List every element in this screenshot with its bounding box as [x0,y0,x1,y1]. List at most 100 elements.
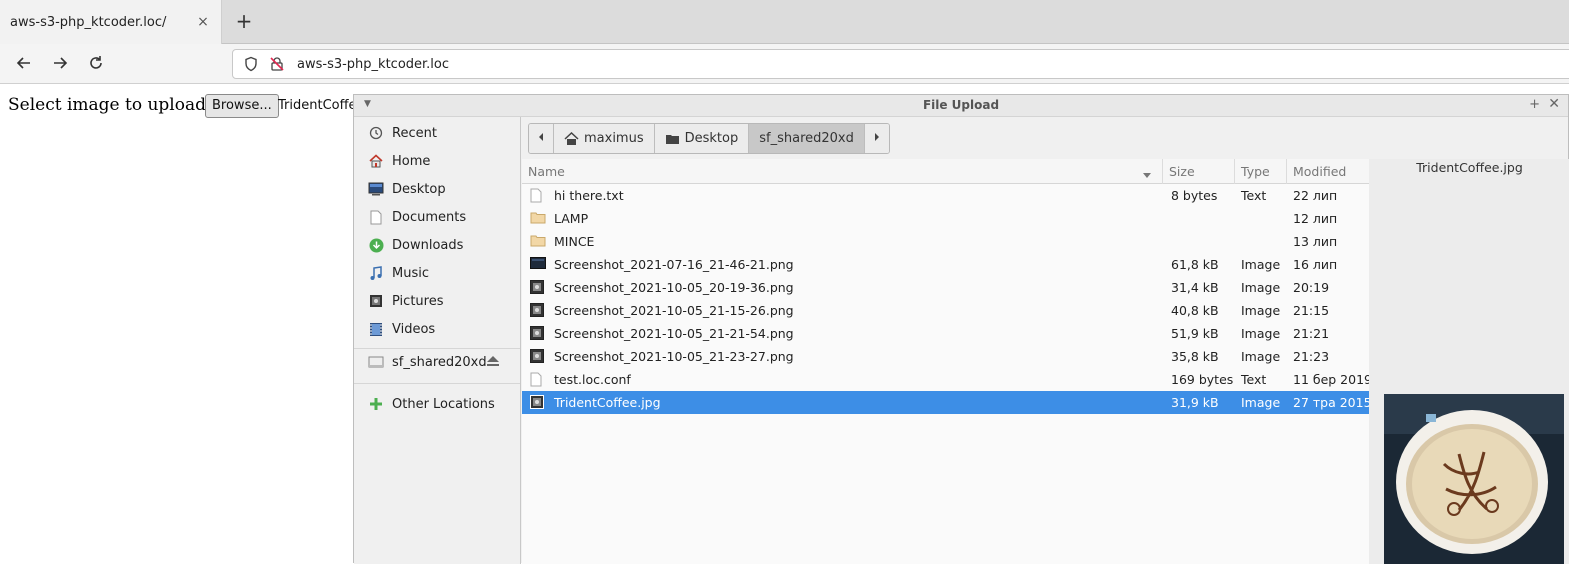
sidebar-item-videos[interactable]: Videos [354,315,520,343]
image-file-icon [530,257,546,272]
path-scroll-right-button[interactable] [864,124,889,153]
path-button-home[interactable]: maximus [554,124,655,153]
file-type: Text [1241,188,1267,203]
back-button[interactable] [14,54,34,74]
file-name: test.loc.conf [554,372,631,387]
forward-button[interactable] [50,54,70,74]
dialog-title: File Upload [922,98,1000,112]
image-file-icon [530,326,544,341]
sidebar-item-music[interactable]: Music [354,259,520,287]
file-modified: 16 лип [1293,257,1338,272]
plus-icon [368,396,384,412]
sidebar-item-other-locations[interactable]: Other Locations [354,390,520,418]
chevron-left-icon [537,131,545,146]
eject-icon[interactable] [486,355,500,371]
file-size: 51,9 kB [1171,326,1219,341]
file-row[interactable]: MINCE 13 лип [522,230,1369,253]
file-type: Image [1241,303,1281,318]
sidebar-separator [354,383,520,384]
file-size: 8 bytes [1171,188,1218,203]
file-list: Name Size Type Modified hi there.txt 8 by… [522,159,1372,564]
path-button-label: Desktop [684,131,739,146]
preview-pane: TridentCoffee.jpg [1369,159,1569,564]
file-row[interactable]: LAMP 12 лип [522,207,1369,230]
close-tab-icon[interactable]: × [195,14,211,30]
column-header-modified[interactable]: Modified [1286,159,1369,184]
sidebar-item-downloads[interactable]: Downloads [354,231,520,259]
column-header-type[interactable]: Type [1234,159,1286,184]
image-file-icon [530,349,544,364]
file-list-header: Name Size Type Modified [522,159,1369,184]
insecure-lock-icon[interactable] [267,54,287,74]
file-name: Screenshot_2021-10-05_20-19-36.png [554,280,794,295]
url-text: aws-s3-php_ktcoder.loc [297,56,450,72]
close-icon[interactable]: ✕ [1548,96,1560,112]
sidebar-item-label: Pictures [392,293,444,309]
reload-button[interactable] [86,54,106,74]
file-size: 40,8 kB [1171,303,1219,318]
path-scroll-left-button[interactable] [529,124,554,153]
file-row[interactable]: hi there.txt 8 bytes Text 22 лип [522,184,1369,207]
url-bar[interactable]: aws-s3-php_ktcoder.loc [232,49,1569,79]
sort-descending-icon[interactable] [1142,168,1152,183]
shield-icon[interactable] [241,54,261,74]
home-icon [368,153,384,169]
sidebar-item-label: Recent [392,125,437,141]
browser-tab[interactable]: aws-s3-php_ktcoder.loc/ × [0,0,222,44]
places-sidebar: Recent Home Desktop Documents Downloads … [354,117,521,564]
video-icon [368,321,384,337]
file-row[interactable]: TridentCoffee.jpg 31,9 kB Image 27 тра 2015 [522,391,1372,414]
sidebar-item-label: Documents [392,209,467,225]
column-header-name[interactable]: Name [522,159,1162,184]
file-name: Screenshot_2021-10-05_21-23-27.png [554,349,794,364]
browse-button[interactable]: Browse... [205,94,279,118]
dialog-titlebar[interactable]: ▼ File Upload + ✕ [354,95,1568,117]
sidebar-item-documents[interactable]: Documents [354,203,520,231]
sidebar-item-home[interactable]: Home [354,147,520,175]
sidebar-item-pictures[interactable]: Pictures [354,287,520,315]
tab-title: aws-s3-php_ktcoder.loc/ [10,14,167,30]
file-row[interactable]: Screenshot_2021-10-05_21-23-27.png 35,8 k… [522,345,1369,368]
column-header-size[interactable]: Size [1162,159,1234,184]
new-tab-button[interactable]: + [234,11,254,32]
sidebar-item-desktop[interactable]: Desktop [354,175,520,203]
arrow-left-icon [16,57,30,69]
file-type: Image [1241,349,1281,364]
file-type: Text [1241,372,1267,387]
file-type: Image [1241,395,1281,410]
column-header-label: Name [528,164,565,179]
path-button-label: maximus [584,131,644,146]
file-row[interactable]: Screenshot_2021-10-05_21-15-26.png 40,8 k… [522,299,1369,322]
document-icon [368,209,384,225]
pictures-icon [368,293,384,309]
arrow-right-icon [54,57,68,69]
clock-icon [368,125,384,141]
file-modified: 20:19 [1293,280,1330,295]
file-size: 169 bytes [1171,372,1234,387]
sidebar-item-sf-shared20xd[interactable]: sf_shared20xd [354,348,520,376]
maximize-icon[interactable]: + [1529,97,1540,112]
file-name: Screenshot_2021-10-05_21-15-26.png [554,303,794,318]
file-size: 31,4 kB [1171,280,1219,295]
music-icon [368,265,384,281]
path-button-current[interactable]: sf_shared20xd [749,124,865,153]
image-file-icon [530,395,544,410]
file-row[interactable]: Screenshot_2021-10-05_20-19-36.png 31,4 k… [522,276,1369,299]
file-modified: 21:15 [1293,303,1330,318]
sidebar-item-label: Music [392,265,429,281]
file-row[interactable]: Screenshot_2021-07-16_21-46-21.png 61,8 k… [522,253,1369,276]
file-type: Image [1241,326,1281,341]
file-size: 35,8 kB [1171,349,1219,364]
sidebar-item-recent[interactable]: Recent [354,119,520,147]
file-row[interactable]: Screenshot_2021-10-05_21-21-54.png 51,9 k… [522,322,1369,345]
file-row[interactable]: test.loc.conf 169 bytes Text 11 бер 2019 [522,368,1372,391]
desktop-icon [368,181,384,197]
file-modified: 22 лип [1293,188,1338,203]
path-button-desktop[interactable]: Desktop [654,124,750,153]
file-modified: 11 бер 2019 [1293,372,1372,387]
file-name: TridentCoffee.jpg [554,395,661,410]
file-size: 31,9 kB [1171,395,1219,410]
text-file-icon [530,188,544,203]
file-modified: 12 лип [1293,211,1338,226]
navigation-bar: aws-s3-php_ktcoder.loc [0,44,1569,84]
